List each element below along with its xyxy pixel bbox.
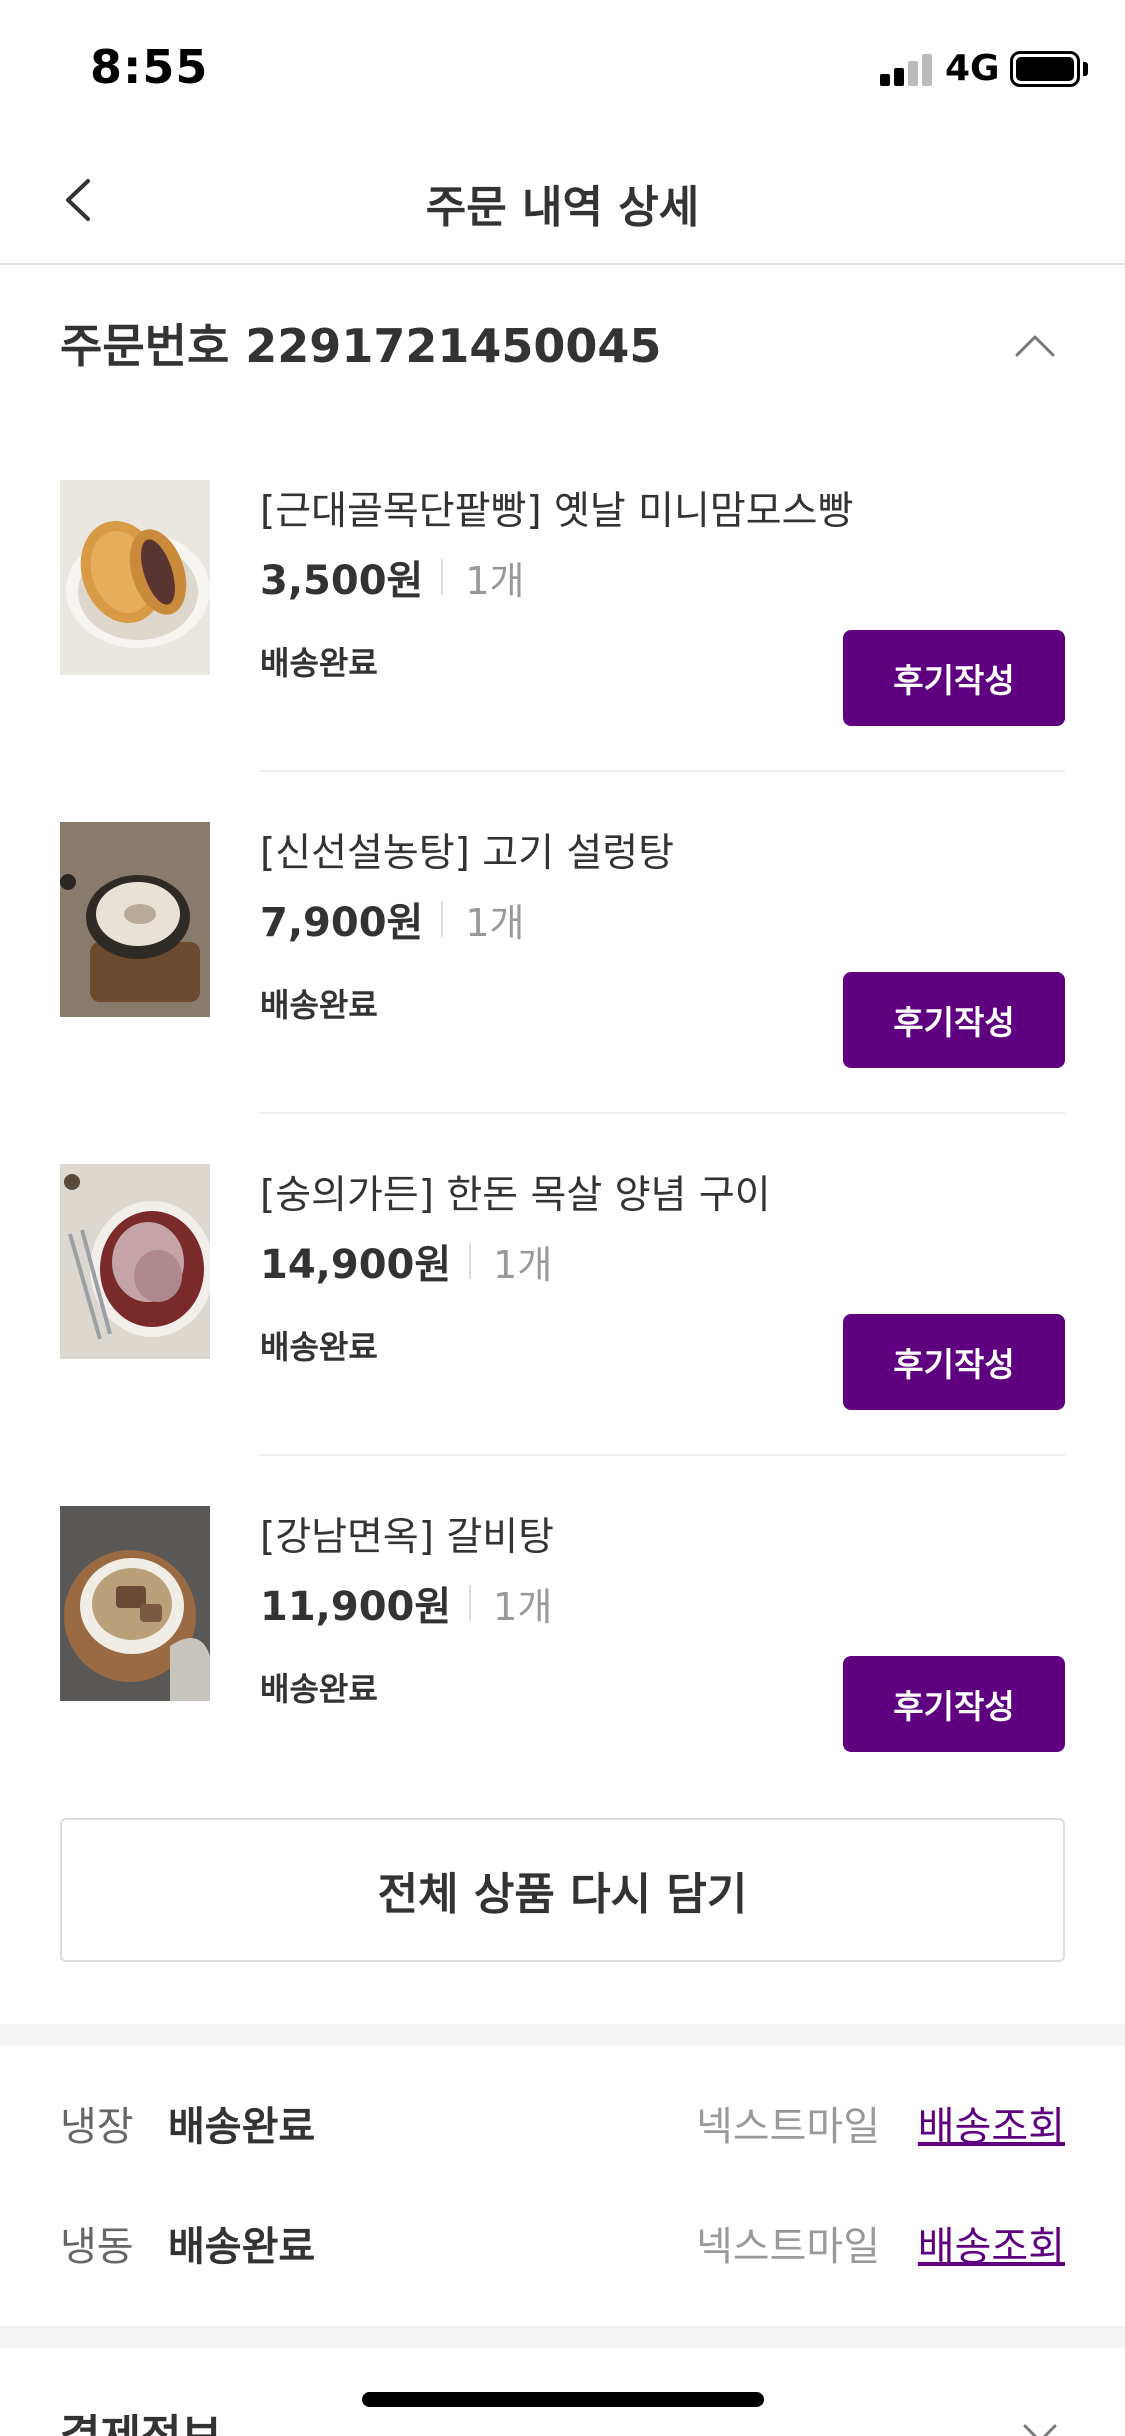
item-divider: [260, 1112, 1065, 1114]
product-price: 14,900원: [260, 1242, 452, 1288]
shipment-status: 배송완료: [168, 2224, 316, 2270]
delivery-status: 배송완료: [260, 1328, 378, 1366]
product-name[interactable]: [강남면옥] 갈비탕: [260, 1506, 554, 1562]
product-price: 7,900원: [260, 900, 424, 946]
payment-section-title[interactable]: 결제정보: [60, 2400, 222, 2436]
product-price: 3,500원: [260, 558, 424, 604]
track-delivery-link[interactable]: 배송조회: [918, 2214, 1065, 2272]
courier-name: 넥스트마일: [696, 2104, 880, 2150]
price-row: 11,900원 1개: [260, 1574, 552, 1632]
product-quantity: 1개: [493, 1242, 553, 1287]
order-item: [신선설농탕] 고기 설렁탕 7,900원 1개 배송완료 후기작성: [60, 822, 1065, 1114]
order-item: [근대골목단팥빵] 옛날 미니맘모스빵 3,500원 1개 배송완료 후기작성: [60, 480, 1065, 772]
courier-name: 넥스트마일: [696, 2224, 880, 2270]
separator: [469, 1243, 472, 1279]
write-review-button[interactable]: 후기작성: [843, 972, 1065, 1068]
write-review-button[interactable]: 후기작성: [843, 1314, 1065, 1410]
delivery-status: 배송완료: [260, 986, 378, 1024]
shipment-status: 배송완료: [168, 2104, 316, 2150]
payment-toggle-button[interactable]: [1015, 2408, 1065, 2436]
product-quantity: 1개: [465, 558, 525, 603]
separator: [441, 559, 444, 595]
battery-icon: [1010, 51, 1080, 87]
product-quantity: 1개: [493, 1584, 553, 1629]
write-review-button[interactable]: 후기작성: [843, 630, 1065, 726]
collapse-button[interactable]: [1005, 315, 1065, 375]
separator: [441, 901, 444, 937]
readd-all-button[interactable]: 전체 상품 다시 담기: [60, 1818, 1065, 1962]
chevron-up-icon: [1015, 335, 1055, 357]
price-row: 3,500원 1개: [260, 548, 524, 606]
section-divider: [0, 2326, 1125, 2348]
network-type: 4G: [945, 48, 1000, 89]
order-header[interactable]: 주문번호 2291721450045: [60, 310, 1065, 390]
section-divider: [0, 2024, 1125, 2046]
product-name[interactable]: [근대골목단팥빵] 옛날 미니맘모스빵: [260, 480, 853, 536]
product-image[interactable]: [60, 480, 210, 675]
home-indicator[interactable]: [362, 2392, 764, 2407]
product-name[interactable]: [신선설농탕] 고기 설렁탕: [260, 822, 674, 878]
shipment-type: 냉동: [60, 2224, 134, 2270]
order-item: [강남면옥] 갈비탕 11,900원 1개 배송완료 후기작성: [60, 1506, 1065, 1796]
order-number: 주문번호 2291721450045: [60, 319, 662, 373]
shipment-type: 냉장: [60, 2104, 134, 2150]
status-bar: 8:55 4G: [0, 0, 1125, 135]
separator: [469, 1585, 472, 1621]
product-price: 11,900원: [260, 1584, 452, 1630]
battery-tip: [1083, 62, 1088, 76]
signal-icon: [880, 52, 936, 86]
shipment-row: 냉장 배송완료 넥스트마일 배송조회: [60, 2094, 1065, 2154]
track-delivery-link[interactable]: 배송조회: [918, 2094, 1065, 2152]
item-divider: [260, 770, 1065, 772]
write-review-button[interactable]: 후기작성: [843, 1656, 1065, 1752]
price-row: 7,900원 1개: [260, 890, 524, 948]
delivery-status: 배송완료: [260, 644, 378, 682]
item-divider: [260, 1454, 1065, 1456]
delivery-status: 배송완료: [260, 1670, 378, 1708]
product-name[interactable]: [숭의가든] 한돈 목살 양념 구이: [260, 1164, 771, 1220]
shipment-row: 냉동 배송완료 넥스트마일 배송조회: [60, 2214, 1065, 2274]
product-image[interactable]: [60, 822, 210, 1017]
page-title: 주문 내역 상세: [425, 182, 700, 233]
product-quantity: 1개: [465, 900, 525, 945]
nav-bar: 주문 내역 상세: [0, 135, 1125, 265]
status-time: 8:55: [90, 40, 209, 94]
order-item: [숭의가든] 한돈 목살 양념 구이 14,900원 1개 배송완료 후기작성: [60, 1164, 1065, 1456]
product-image[interactable]: [60, 1164, 210, 1359]
chevron-down-icon: [1023, 2424, 1057, 2436]
product-image[interactable]: [60, 1506, 210, 1701]
price-row: 14,900원 1개: [260, 1232, 552, 1290]
